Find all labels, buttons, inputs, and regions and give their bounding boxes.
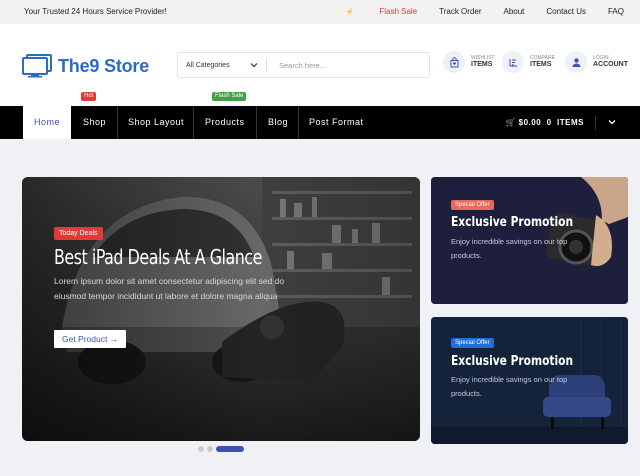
nav-post-format[interactable]: Post Format (309, 106, 364, 139)
nav-products[interactable]: Products (205, 106, 245, 139)
about-link[interactable]: About (504, 7, 525, 16)
cart-icon: 🛒 (505, 118, 516, 127)
category-select[interactable]: All Categories (178, 53, 266, 77)
wishlist-bag-icon (443, 51, 465, 73)
hot-badge: Hot (81, 92, 97, 101)
hero-image (22, 177, 420, 441)
main-nav: Home Shop Shop Layout Products Blog Post… (0, 106, 640, 139)
promo-title: Exclusive Promotion (451, 354, 574, 369)
account-button[interactable]: LOGIN ACCOUNT (565, 51, 628, 73)
hero-description: Lorem ipsum dolor sit amet consectetur a… (54, 276, 285, 301)
track-order-link[interactable]: Track Order (439, 7, 481, 16)
get-product-button[interactable]: Get Product → (54, 330, 127, 348)
top-links: ⚡ Flash Sale Track Order About Contact Us… (302, 7, 624, 16)
flash-sale-label: Flash Sale (379, 7, 418, 16)
wishlist-button[interactable]: WISHLIST ITEMS (443, 51, 495, 73)
slider-dots (198, 446, 244, 452)
promo-description: Enjoy incredible savings on our top prod… (451, 237, 568, 260)
promo-description: Enjoy incredible savings on our top prod… (451, 375, 568, 398)
account-label: ACCOUNT (593, 60, 628, 68)
slider-dot[interactable] (198, 446, 204, 452)
faq-link[interactable]: FAQ (608, 7, 624, 16)
nav-divider (595, 116, 596, 130)
user-icon (565, 51, 587, 73)
cart-items-label: ITEMS (557, 118, 584, 127)
promo-card-1[interactable]: Special Offer Exclusive Promotion Enjoy … (431, 177, 628, 304)
compare-icon (502, 51, 524, 73)
arrow-right-icon: → (109, 334, 119, 344)
nav-divider (298, 106, 299, 139)
hero-title: Best iPad Deals At A Glance (54, 245, 262, 269)
chevron-down-icon (250, 63, 258, 68)
tagline: Your Trusted 24 Hours Service Provider! (24, 7, 167, 16)
nav-divider (193, 106, 194, 139)
wishlist-label: ITEMS (471, 60, 493, 68)
search-input[interactable]: Search here... (267, 61, 326, 70)
main-content: Today Deals Best iPad Deals At A Glance … (0, 139, 640, 476)
cart-count: 0 (546, 118, 552, 127)
search-bar: All Categories Search here... (177, 52, 430, 78)
compare-button[interactable]: COMPARE ITEMS (502, 51, 555, 73)
site-logo[interactable]: The9 Store (22, 54, 149, 78)
contact-link[interactable]: Contact Us (546, 7, 586, 16)
flash-sale-link[interactable]: ⚡ Flash Sale (324, 7, 418, 16)
get-product-label: Get Product (62, 334, 108, 344)
nav-shop-layout[interactable]: Shop Layout (128, 106, 184, 139)
compare-small-label: COMPARE (530, 54, 555, 61)
promo-title: Exclusive Promotion (451, 215, 574, 230)
promo-tag: Special Offer (451, 338, 494, 348)
monitor-logo-icon (22, 54, 52, 78)
hero-slider[interactable]: Today Deals Best iPad Deals At A Glance … (22, 177, 420, 441)
logo-text: The9 Store (58, 55, 150, 76)
compare-label: ITEMS (530, 60, 552, 68)
hero-tag: Today Deals (54, 227, 103, 240)
top-bar: Your Trusted 24 Hours Service Provider! … (0, 0, 640, 24)
category-value: All Categories (186, 61, 230, 69)
nav-divider (256, 106, 257, 139)
nav-divider (117, 106, 118, 139)
cart-amount: $0.00 (518, 118, 542, 127)
slider-dot[interactable] (207, 446, 213, 452)
flash-sale-badge: Flash Sale (212, 92, 247, 101)
cart-button[interactable]: 🛒 $0.00 0 ITEMS (505, 106, 584, 139)
nav-blog[interactable]: Blog (268, 106, 288, 139)
nav-home[interactable]: Home (23, 106, 71, 139)
wishlist-small-label: WISHLIST (471, 54, 495, 61)
flash-icon: ⚡ (345, 9, 355, 16)
nav-shop[interactable]: Shop (83, 106, 106, 139)
promo-card-2[interactable]: Special Offer Exclusive Promotion Enjoy … (431, 317, 628, 444)
slider-dot-active[interactable] (216, 446, 244, 452)
promo-tag: Special Offer (451, 200, 494, 210)
chevron-down-icon[interactable] (608, 118, 616, 126)
